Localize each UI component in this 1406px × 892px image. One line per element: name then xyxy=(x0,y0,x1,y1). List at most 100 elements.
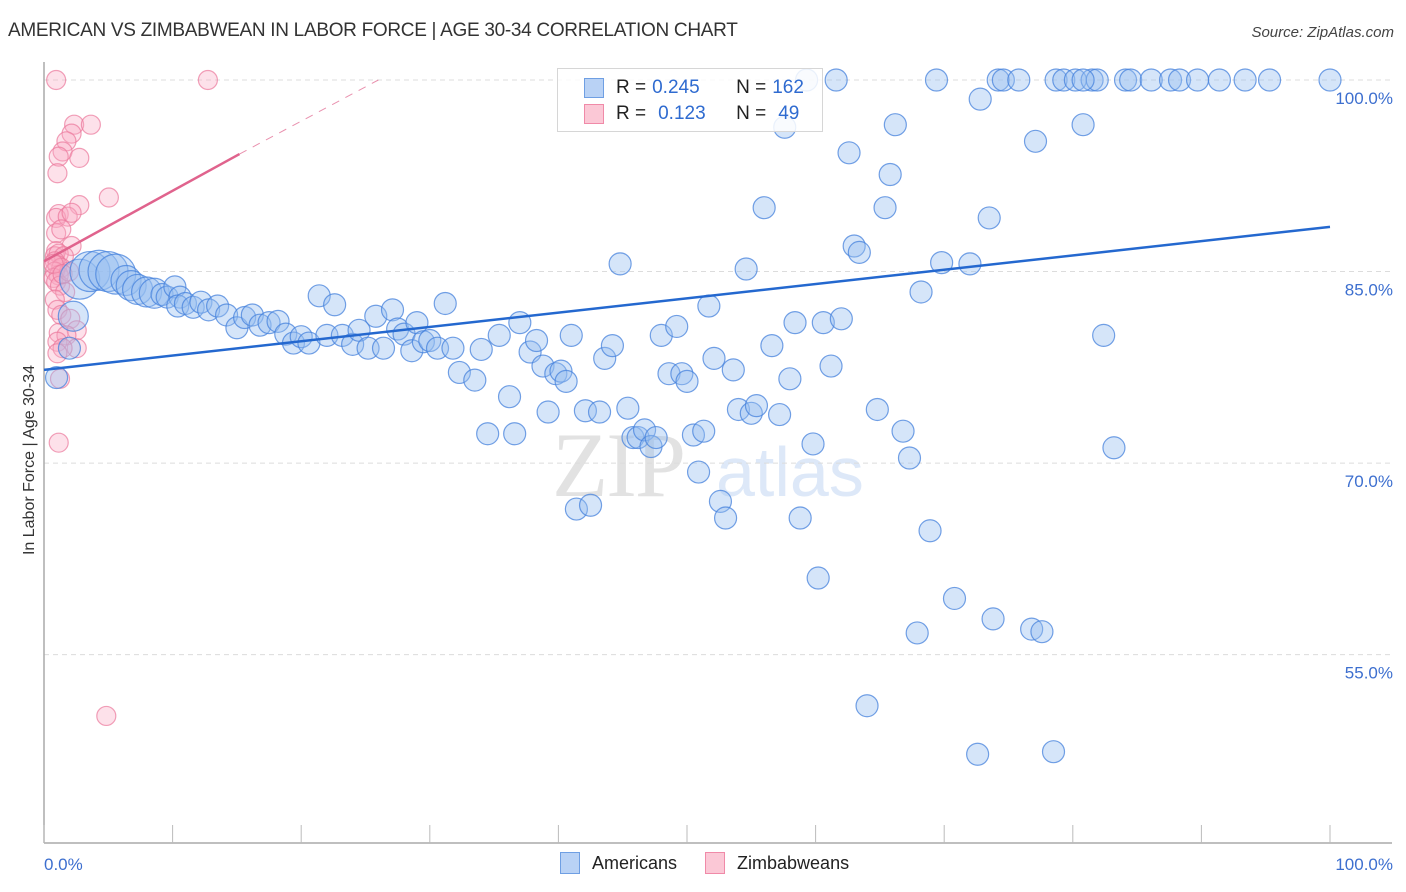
y-tick-label: 100.0% xyxy=(1335,89,1393,108)
americans-swatch xyxy=(584,78,604,98)
american-point xyxy=(855,694,879,718)
zimbabwean-point xyxy=(47,163,68,184)
american-point xyxy=(469,337,493,362)
zimbabwean-point xyxy=(48,432,69,453)
american-point xyxy=(1023,129,1048,153)
y-tick-label: 70.0% xyxy=(1345,472,1393,491)
american-point xyxy=(713,506,738,530)
american-point xyxy=(433,291,457,316)
american-point xyxy=(559,323,583,347)
american-point xyxy=(380,298,405,322)
american-point xyxy=(865,397,889,422)
r-label: R = xyxy=(616,103,647,124)
american-point xyxy=(878,162,902,187)
american-point xyxy=(1071,113,1095,137)
american-point xyxy=(924,68,949,92)
american-point xyxy=(824,68,848,92)
american-point xyxy=(487,323,511,347)
y-tick-label: 55.0% xyxy=(1345,664,1393,683)
legend-row-zimbabweans: R = 0.123 N = 49 xyxy=(584,102,799,126)
legend-label-zimbabweans: Zimbabweans xyxy=(737,852,850,873)
zimbabwean-point xyxy=(80,114,101,135)
y-tick-label: 85.0% xyxy=(1345,281,1393,300)
american-point xyxy=(981,607,1005,631)
american-point xyxy=(847,240,871,264)
american-point xyxy=(1007,68,1031,92)
american-point xyxy=(1071,68,1095,92)
american-point xyxy=(1318,68,1342,92)
r-value: 0.123 xyxy=(658,103,706,124)
zimbabwean-point xyxy=(98,187,119,208)
american-point xyxy=(767,402,792,427)
zimbabwean-point xyxy=(51,219,72,240)
american-point xyxy=(463,368,487,392)
american-point xyxy=(1041,740,1066,764)
zimbabwean-point xyxy=(46,69,67,91)
zimbabwean-point xyxy=(197,69,218,91)
n-label: N = xyxy=(736,103,767,124)
zimbabwean-point xyxy=(61,202,82,223)
american-point xyxy=(1207,68,1232,92)
american-point xyxy=(686,460,711,484)
american-point xyxy=(744,394,769,418)
american-point xyxy=(891,419,915,443)
american-point xyxy=(883,113,907,137)
legend-item-americans[interactable]: Americans xyxy=(560,852,677,874)
american-point xyxy=(968,87,992,111)
american-point xyxy=(524,328,549,353)
american-point xyxy=(1102,436,1126,460)
american-point xyxy=(1185,68,1210,92)
american-point xyxy=(837,141,861,165)
x-tick-label: 100.0% xyxy=(1335,855,1393,874)
zimbabweans-points xyxy=(43,69,218,727)
american-point xyxy=(918,519,942,543)
american-point xyxy=(801,432,825,456)
american-point xyxy=(829,307,853,331)
american-point xyxy=(977,206,1001,230)
zimbabweans-swatch xyxy=(584,104,604,124)
american-point xyxy=(702,346,726,370)
american-point xyxy=(760,334,784,358)
american-point xyxy=(578,493,603,517)
n-value: 49 xyxy=(778,103,800,124)
american-point xyxy=(873,196,897,220)
american-point xyxy=(783,311,807,335)
american-point xyxy=(905,621,929,645)
american-point xyxy=(323,293,347,317)
american-point xyxy=(909,280,933,304)
american-point xyxy=(1257,68,1282,92)
american-point xyxy=(554,369,578,393)
american-point xyxy=(1092,323,1116,347)
american-point xyxy=(644,425,668,450)
american-point xyxy=(503,422,527,446)
american-point xyxy=(536,400,560,424)
american-point xyxy=(806,566,830,590)
zimbabweans-trend-extension xyxy=(239,79,379,155)
american-point xyxy=(778,367,802,391)
axes xyxy=(43,62,1392,844)
american-point xyxy=(966,742,990,766)
american-point xyxy=(958,252,982,276)
american-point xyxy=(371,336,396,360)
american-point xyxy=(697,294,721,318)
american-point xyxy=(752,196,776,220)
american-point xyxy=(476,422,500,446)
zimbabwean-point xyxy=(96,705,117,727)
legend-label-americans: Americans xyxy=(592,852,678,873)
y-axis-title: In Labor Force | Age 30-34 xyxy=(21,365,38,555)
americans-points xyxy=(44,68,1342,766)
american-point xyxy=(616,396,640,420)
american-point xyxy=(721,358,745,382)
n-value: 162 xyxy=(772,77,804,98)
american-point xyxy=(57,300,89,332)
american-point xyxy=(441,336,465,360)
american-point xyxy=(608,252,632,276)
correlation-legend: R = 0.245 N = 162 R = 0.123 N = 49 xyxy=(557,68,823,132)
legend-item-zimbabweans[interactable]: Zimbabweans xyxy=(705,852,849,874)
americans-swatch xyxy=(560,852,580,874)
american-point xyxy=(734,257,758,281)
axis-labels: 100.0% 85.0% 70.0% 55.0% 0.0% 100.0% In Labor … xyxy=(21,89,1393,874)
american-point xyxy=(1119,68,1143,92)
zimbabweans-swatch xyxy=(705,852,726,874)
series-legend: Americans Zimbabweans xyxy=(560,852,877,874)
